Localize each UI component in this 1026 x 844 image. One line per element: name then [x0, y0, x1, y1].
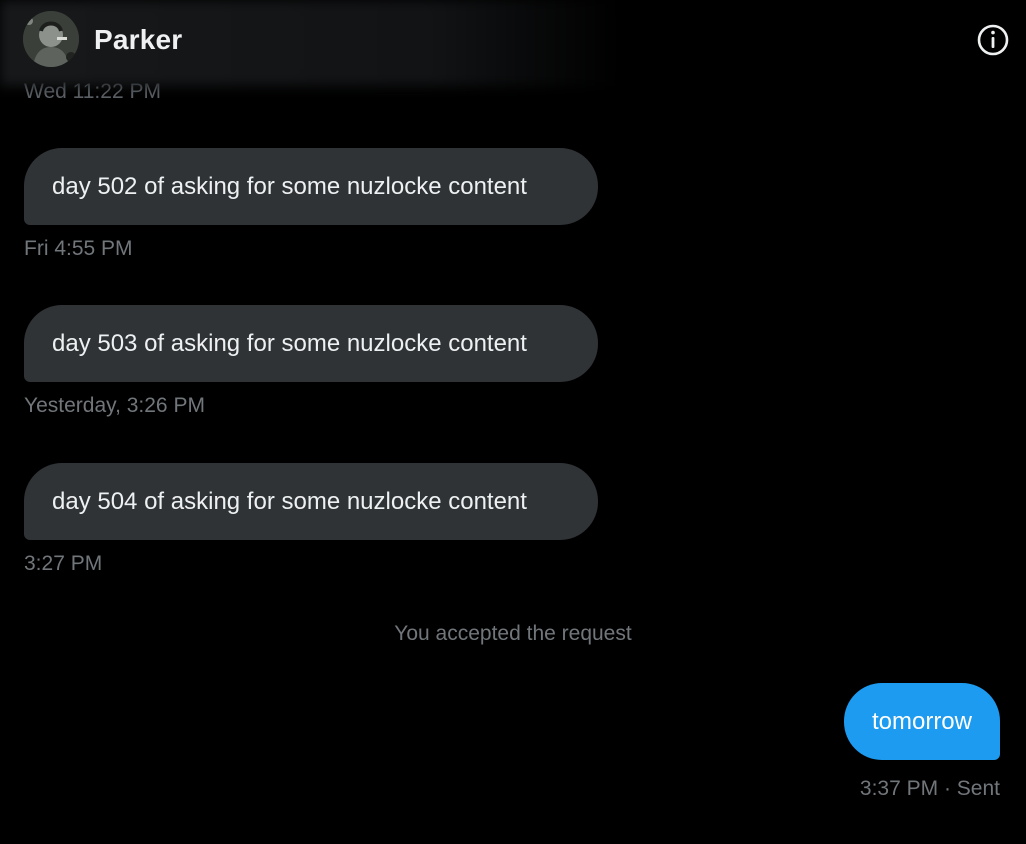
message-timestamp: Fri 4:55 PM — [24, 237, 133, 260]
received-message-bubble[interactable]: day 503 of asking for some nuzlocke cont… — [24, 305, 598, 382]
request-accepted-note: You accepted the request — [394, 622, 632, 645]
header-backdrop — [0, 0, 620, 86]
sent-message-status: 3:37 PM · Sent — [859, 777, 1000, 800]
received-message-bubble[interactable]: day 502 of asking for some nuzlocke cont… — [24, 148, 598, 225]
info-circle-icon — [977, 24, 1009, 56]
contact-name[interactable]: Parker — [94, 24, 182, 56]
received-message-bubble[interactable]: day 504 of asking for some nuzlocke cont… — [24, 463, 598, 540]
avatar-image — [23, 11, 79, 67]
contact-avatar[interactable] — [23, 11, 79, 67]
conversation-info-button[interactable] — [975, 22, 1011, 58]
sent-message-bubble[interactable]: tomorrow — [843, 683, 1000, 760]
message-timestamp: Yesterday, 3:26 PM — [24, 394, 205, 417]
conversation-header: Parker — [0, 0, 1026, 86]
message-timestamp: 3:27 PM — [24, 552, 103, 575]
